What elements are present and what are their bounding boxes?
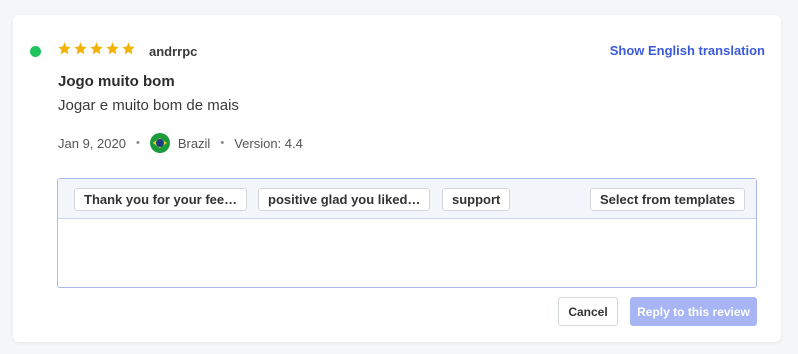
review-meta: Jan 9, 2020 • Brazil • Version: 4.4	[58, 133, 303, 153]
template-chip-thank-you[interactable]: Thank you for your fee…	[74, 188, 248, 211]
star-rating	[57, 41, 136, 56]
star-icon	[90, 42, 103, 55]
brazil-flag-icon	[149, 133, 170, 153]
star-icon	[106, 42, 119, 55]
reply-textarea[interactable]	[58, 219, 756, 287]
cancel-button[interactable]: Cancel	[558, 297, 618, 326]
review-country: Brazil	[177, 135, 211, 151]
templates-bar: Thank you for your fee… positive glad yo…	[58, 179, 756, 219]
review-author: andrrpc	[149, 44, 198, 59]
review-version: Version: 4.4	[234, 135, 303, 151]
status-indicator	[30, 46, 41, 57]
star-icon	[74, 42, 87, 55]
review-date: Jan 9, 2020	[58, 135, 126, 151]
template-chip-positive[interactable]: positive glad you liked…	[258, 188, 431, 211]
select-templates-button[interactable]: Select from templates	[590, 188, 746, 211]
template-chip-support[interactable]: support	[442, 188, 511, 211]
reply-submit-button[interactable]: Reply to this review	[630, 297, 757, 326]
review-card: andrrpc Show English translation Jogo mu…	[13, 15, 781, 342]
reply-editor: Thank you for your fee… positive glad yo…	[57, 178, 757, 288]
star-icon	[58, 42, 71, 55]
review-title: Jogo muito bom	[58, 73, 175, 90]
meta-separator: •	[220, 137, 225, 149]
meta-separator: •	[135, 137, 140, 149]
star-icon	[122, 42, 135, 55]
show-translation-link[interactable]: Show English translation	[610, 43, 765, 58]
review-body: Jogar e muito bom de mais	[58, 97, 239, 114]
